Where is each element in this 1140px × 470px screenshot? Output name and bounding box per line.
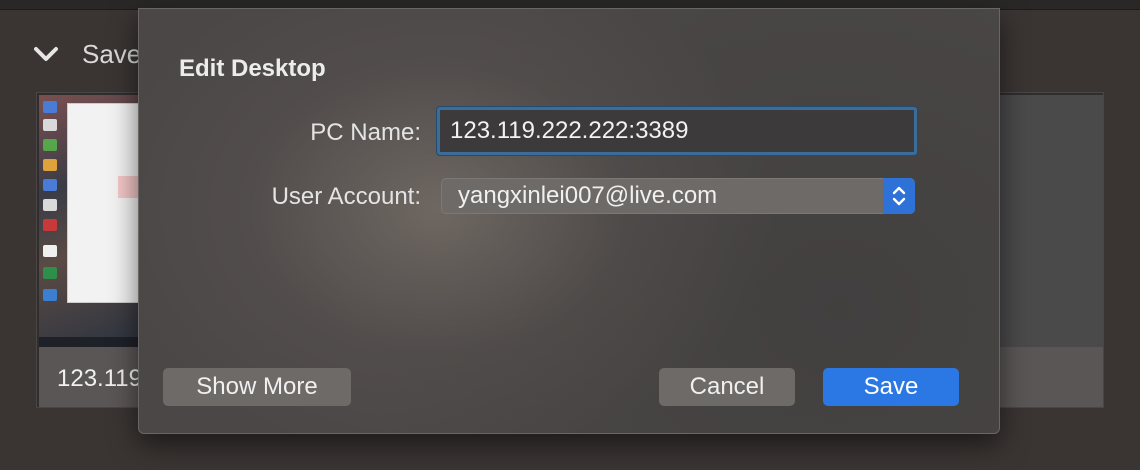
desktop-icon <box>43 219 57 231</box>
user-account-select[interactable]: yangxinlei007@live.com <box>441 178 915 214</box>
user-account-label: User Account: <box>271 183 421 210</box>
remote-taskbar <box>39 337 139 347</box>
remote-screen-preview <box>39 95 140 347</box>
desktop-icon <box>43 179 57 191</box>
edit-desktop-dialog: Edit Desktop PC Name: User Account: yang… <box>138 8 1000 434</box>
pc-name-label: PC Name: <box>310 119 421 146</box>
remote-window-preview <box>67 103 140 303</box>
save-button[interactable]: Save <box>823 368 959 406</box>
chevron-down-icon[interactable] <box>32 44 60 64</box>
desktop-icon <box>43 119 57 131</box>
desktop-icon <box>43 159 57 171</box>
cancel-button[interactable]: Cancel <box>659 368 795 406</box>
desktop-icon <box>43 289 57 301</box>
desktop-icon <box>43 199 57 211</box>
desktop-icon <box>43 139 57 151</box>
desktop-icon <box>43 245 57 257</box>
desktop-icon <box>43 267 57 279</box>
show-more-button[interactable]: Show More <box>163 368 351 406</box>
desktop-icon <box>43 101 57 113</box>
pc-name-input[interactable] <box>437 107 917 155</box>
dialog-title: Edit Desktop <box>179 55 326 82</box>
up-down-stepper-icon[interactable] <box>883 178 915 214</box>
user-account-value: yangxinlei007@live.com <box>458 182 718 209</box>
